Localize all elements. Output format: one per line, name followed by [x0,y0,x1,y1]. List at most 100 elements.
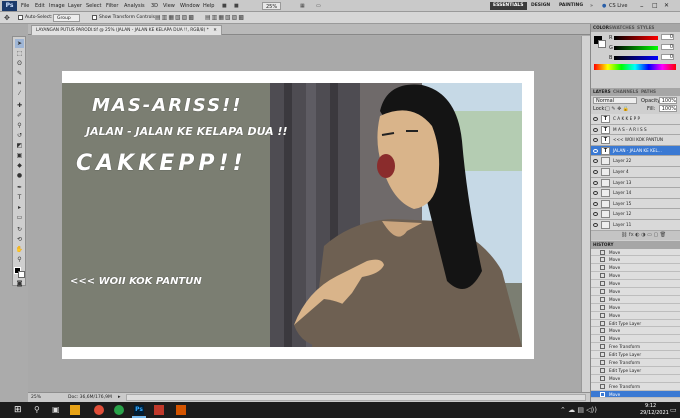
app-icon-red[interactable] [154,405,164,415]
workspace-painting[interactable]: PAINTING [556,2,586,10]
canvas-text-jalan[interactable]: JALAN - JALAN KE KELAPA DUA !! [86,125,288,138]
path-select-tool-icon[interactable]: ▸ [15,203,24,212]
canvas-text-mas-ariss[interactable]: MAS-ARISS!! [92,95,242,116]
menu-file[interactable]: File [21,0,29,12]
history-item[interactable]: Free Transform [591,382,680,391]
visibility-eye-icon[interactable] [593,127,598,132]
layer-row[interactable]: T <<< WOII KOK PANTUN [591,135,680,146]
visibility-eye-icon[interactable] [593,138,598,143]
menu-filter[interactable]: Filter [106,0,118,12]
zoom-tool-icon[interactable]: ⚲ [15,255,24,264]
color-spectrum-ramp[interactable] [594,64,676,70]
history-item[interactable]: Move [591,374,680,383]
blend-mode-select[interactable]: Normal [593,97,637,104]
menu-help[interactable]: Help [203,0,214,12]
layer-row[interactable]: Layer 14 [591,188,680,199]
workspace-essentials[interactable]: ESSENTIALS [490,2,527,10]
layer-row[interactable]: TC A K K E P P [591,114,680,125]
menu-analysis[interactable]: Analysis [124,0,145,12]
workspace-design[interactable]: DESIGN [528,2,553,10]
tab-channels[interactable]: CHANNELS [613,88,638,96]
marquee-tool-icon[interactable]: ⬚ [15,49,24,58]
lasso-tool-icon[interactable]: ʘ [15,59,24,68]
notification-icon[interactable]: ▭ [670,405,677,415]
history-item[interactable]: Move [591,311,680,320]
distribute-icons[interactable]: ▤▥▦▧▨▩ [205,14,245,21]
visibility-eye-icon[interactable] [593,201,598,206]
horizontal-scrollbar[interactable] [126,394,586,401]
chrome-icon[interactable] [114,405,124,415]
crop-tool-icon[interactable]: ⌗ [15,79,24,88]
history-item[interactable]: Move [591,287,680,296]
align-icons[interactable]: ▤▥▦▧▨▩ [155,14,195,21]
cs-live-icon[interactable]: ● [602,0,606,12]
layer-row[interactable]: Layer 15 [591,198,680,210]
canvas-text-cakkepp[interactable]: CAKKEPP!! [76,151,247,176]
tab-color[interactable]: COLOR [593,24,609,32]
status-zoom[interactable]: 25% [31,393,41,402]
slider-g-value[interactable]: 0 [661,44,674,50]
layer-row[interactable]: Layer 4 [591,166,680,178]
cs-live-label[interactable]: CS Live [609,0,627,12]
photoshop-taskbar-icon[interactable]: Ps [134,405,144,415]
history-item[interactable]: Move [591,264,680,273]
history-item[interactable]: Move [591,272,680,281]
history-item[interactable]: Edit Type Layer [591,351,680,359]
document-tab[interactable]: LAYANGAN PUTUS PARODI.tif @ 25% (JALAN -… [31,25,222,35]
stamp-tool-icon[interactable]: ⚲ [15,121,24,130]
canvas-text-woii[interactable]: <<< WOII KOK PANTUN [70,276,202,287]
history-item[interactable]: Move [591,248,680,257]
screen-mode-icon[interactable]: ▭ [316,0,321,12]
layer-row[interactable]: TM A S - A R I S S [591,124,680,136]
3d-orbit-tool-icon[interactable]: ⟲ [15,235,24,244]
gradient-tool-icon[interactable]: ▣ [15,151,24,160]
windows-start-icon[interactable]: ⊞ [14,405,22,415]
slider-b-value[interactable]: 0 [661,54,674,60]
vertical-scrollbar[interactable] [581,36,590,392]
hand-tool-icon[interactable]: ✋ [15,245,24,254]
slider-r-track[interactable] [614,36,658,40]
move-tool-icon[interactable]: ✥ [4,14,10,22]
layer-row[interactable]: Layer 13 [591,177,680,189]
bridge-icon[interactable]: ■ [222,0,227,12]
task-view-icon[interactable]: ▣ [52,405,60,415]
layer-row-selected[interactable]: T JALAN - JALAN KE KEL... [591,145,680,157]
status-arrow-icon[interactable]: ▸ [118,393,121,402]
quick-mask-icon[interactable]: ◙ [15,279,24,288]
history-item-selected[interactable]: Move [591,390,680,399]
system-tray-icons[interactable]: ⌃ ☁ ▤ ◁)) [560,405,597,415]
layers-footer-icons[interactable]: ⛓ fx ◐ ◑ ▭ ▢ 🗑 [591,230,680,240]
shape-tool-icon[interactable]: ▭ [15,213,24,222]
show-transform-checkbox[interactable] [92,15,97,20]
color-bg-swatch[interactable] [598,40,606,48]
arrange-icon[interactable]: ▦ [300,0,305,12]
quick-select-tool-icon[interactable]: ✎ [15,69,24,78]
app-icon-orange[interactable] [176,405,186,415]
eraser-tool-icon[interactable]: ◩ [15,141,24,150]
history-item[interactable]: Edit Type Layer [591,366,680,375]
menu-view[interactable]: View [163,0,175,12]
history-item[interactable]: Move [591,280,680,288]
layer-row[interactable]: Layer 11 [591,219,680,231]
search-icon[interactable]: ⚲ [34,405,40,415]
blur-tool-icon[interactable]: ◆ [15,161,24,170]
close-icon[interactable]: ✕ [664,0,669,12]
zoom-level-select[interactable]: 25% [262,2,282,10]
file-explorer-icon[interactable] [70,405,80,415]
healing-tool-icon[interactable]: ✚ [15,101,24,110]
history-item[interactable]: Move [591,295,680,304]
menu-layer[interactable]: Layer [68,0,82,12]
pen-tool-icon[interactable]: ✒ [15,183,24,192]
background-color-swatch[interactable] [18,271,25,278]
history-item[interactable]: Move [591,303,680,312]
tab-styles[interactable]: STYLES [637,24,654,32]
minimize-icon[interactable]: – [640,0,644,12]
maximize-icon[interactable]: □ [652,0,658,12]
tab-layers[interactable]: LAYERS [593,88,611,96]
clock-time[interactable]: 9:12 [645,403,656,409]
auto-select-checkbox[interactable] [18,15,23,20]
opera-browser-icon[interactable] [94,405,104,415]
clock-date[interactable]: 29/12/2021 [640,410,669,416]
visibility-eye-icon[interactable] [593,180,598,185]
visibility-eye-icon[interactable] [593,117,598,121]
